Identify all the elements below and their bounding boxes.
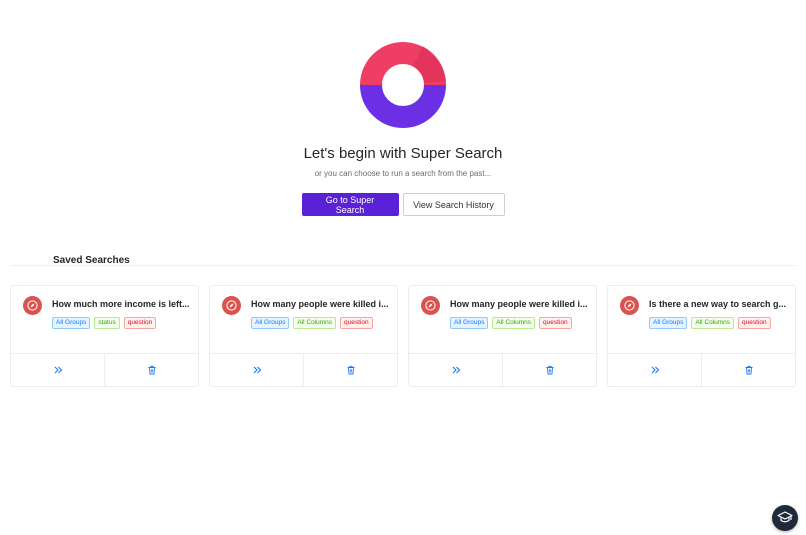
compass-icon — [23, 296, 42, 315]
tag: All Groups — [251, 317, 290, 329]
hero-subtitle: or you can choose to run a search from t… — [314, 169, 492, 178]
tag: question — [123, 317, 157, 329]
tag: All Columns — [691, 317, 735, 329]
saved-search-card[interactable]: How many people were killed i... All Gro… — [408, 285, 597, 387]
tag-list: All Groups status question — [52, 317, 192, 329]
double-chevron-right-icon — [651, 366, 659, 374]
double-chevron-right-icon — [452, 366, 460, 374]
delete-search-button[interactable] — [104, 354, 198, 386]
card-actions — [11, 353, 198, 386]
hero-actions: Go to Super Search View Search History — [0, 193, 806, 216]
tag: All Columns — [492, 317, 536, 329]
delete-search-button[interactable] — [303, 354, 397, 386]
tag: All Groups — [52, 317, 91, 329]
tag: All Groups — [450, 317, 489, 329]
trash-icon — [148, 365, 155, 375]
tag: All Columns — [293, 317, 337, 329]
trash-icon — [347, 365, 354, 375]
run-search-button[interactable] — [210, 354, 303, 386]
graduation-cap-icon — [777, 511, 793, 523]
saved-search-title[interactable]: How many people were killed i... — [450, 299, 590, 309]
trash-icon — [546, 365, 553, 375]
card-actions — [210, 353, 397, 386]
saved-search-title[interactable]: How many people were killed i... — [251, 299, 391, 309]
tag: status — [94, 317, 120, 329]
tag: question — [539, 317, 572, 329]
trash-icon — [745, 365, 752, 375]
tag: question — [340, 317, 373, 329]
compass-icon — [421, 296, 440, 315]
compass-icon — [620, 296, 639, 315]
ring-logo-icon — [360, 42, 446, 128]
section-divider — [10, 265, 796, 266]
hero-title: Let's begin with Super Search — [303, 145, 503, 162]
delete-search-button[interactable] — [701, 354, 795, 386]
page: Let's begin with Super Search or you can… — [0, 0, 806, 535]
double-chevron-right-icon — [253, 366, 261, 374]
compass-icon — [222, 296, 241, 315]
tag-list: All Groups All Columns question — [251, 317, 391, 329]
run-search-button[interactable] — [608, 354, 701, 386]
saved-search-card[interactable]: How much more income is left... All Grou… — [10, 285, 199, 387]
card-actions — [409, 353, 596, 386]
view-search-history-button[interactable]: View Search History — [402, 193, 505, 216]
saved-search-card[interactable]: Is there a new way to search g... All Gr… — [607, 285, 796, 387]
tag-list: All Groups All Columns question — [450, 317, 590, 329]
tag: question — [738, 317, 771, 329]
run-search-button[interactable] — [409, 354, 502, 386]
help-button[interactable] — [772, 505, 798, 531]
tag-list: All Groups All Columns question — [649, 317, 789, 329]
double-chevron-right-icon — [54, 366, 62, 374]
saved-search-title[interactable]: Is there a new way to search g... — [649, 299, 789, 309]
delete-search-button[interactable] — [502, 354, 596, 386]
run-search-button[interactable] — [11, 354, 104, 386]
saved-search-title[interactable]: How much more income is left... — [52, 299, 192, 309]
saved-search-card[interactable]: How many people were killed i... All Gro… — [209, 285, 398, 387]
card-actions — [608, 353, 795, 386]
go-to-super-search-button[interactable]: Go to Super Search — [301, 193, 399, 216]
saved-searches-list: How much more income is left... All Grou… — [10, 285, 796, 387]
tag: All Groups — [649, 317, 688, 329]
